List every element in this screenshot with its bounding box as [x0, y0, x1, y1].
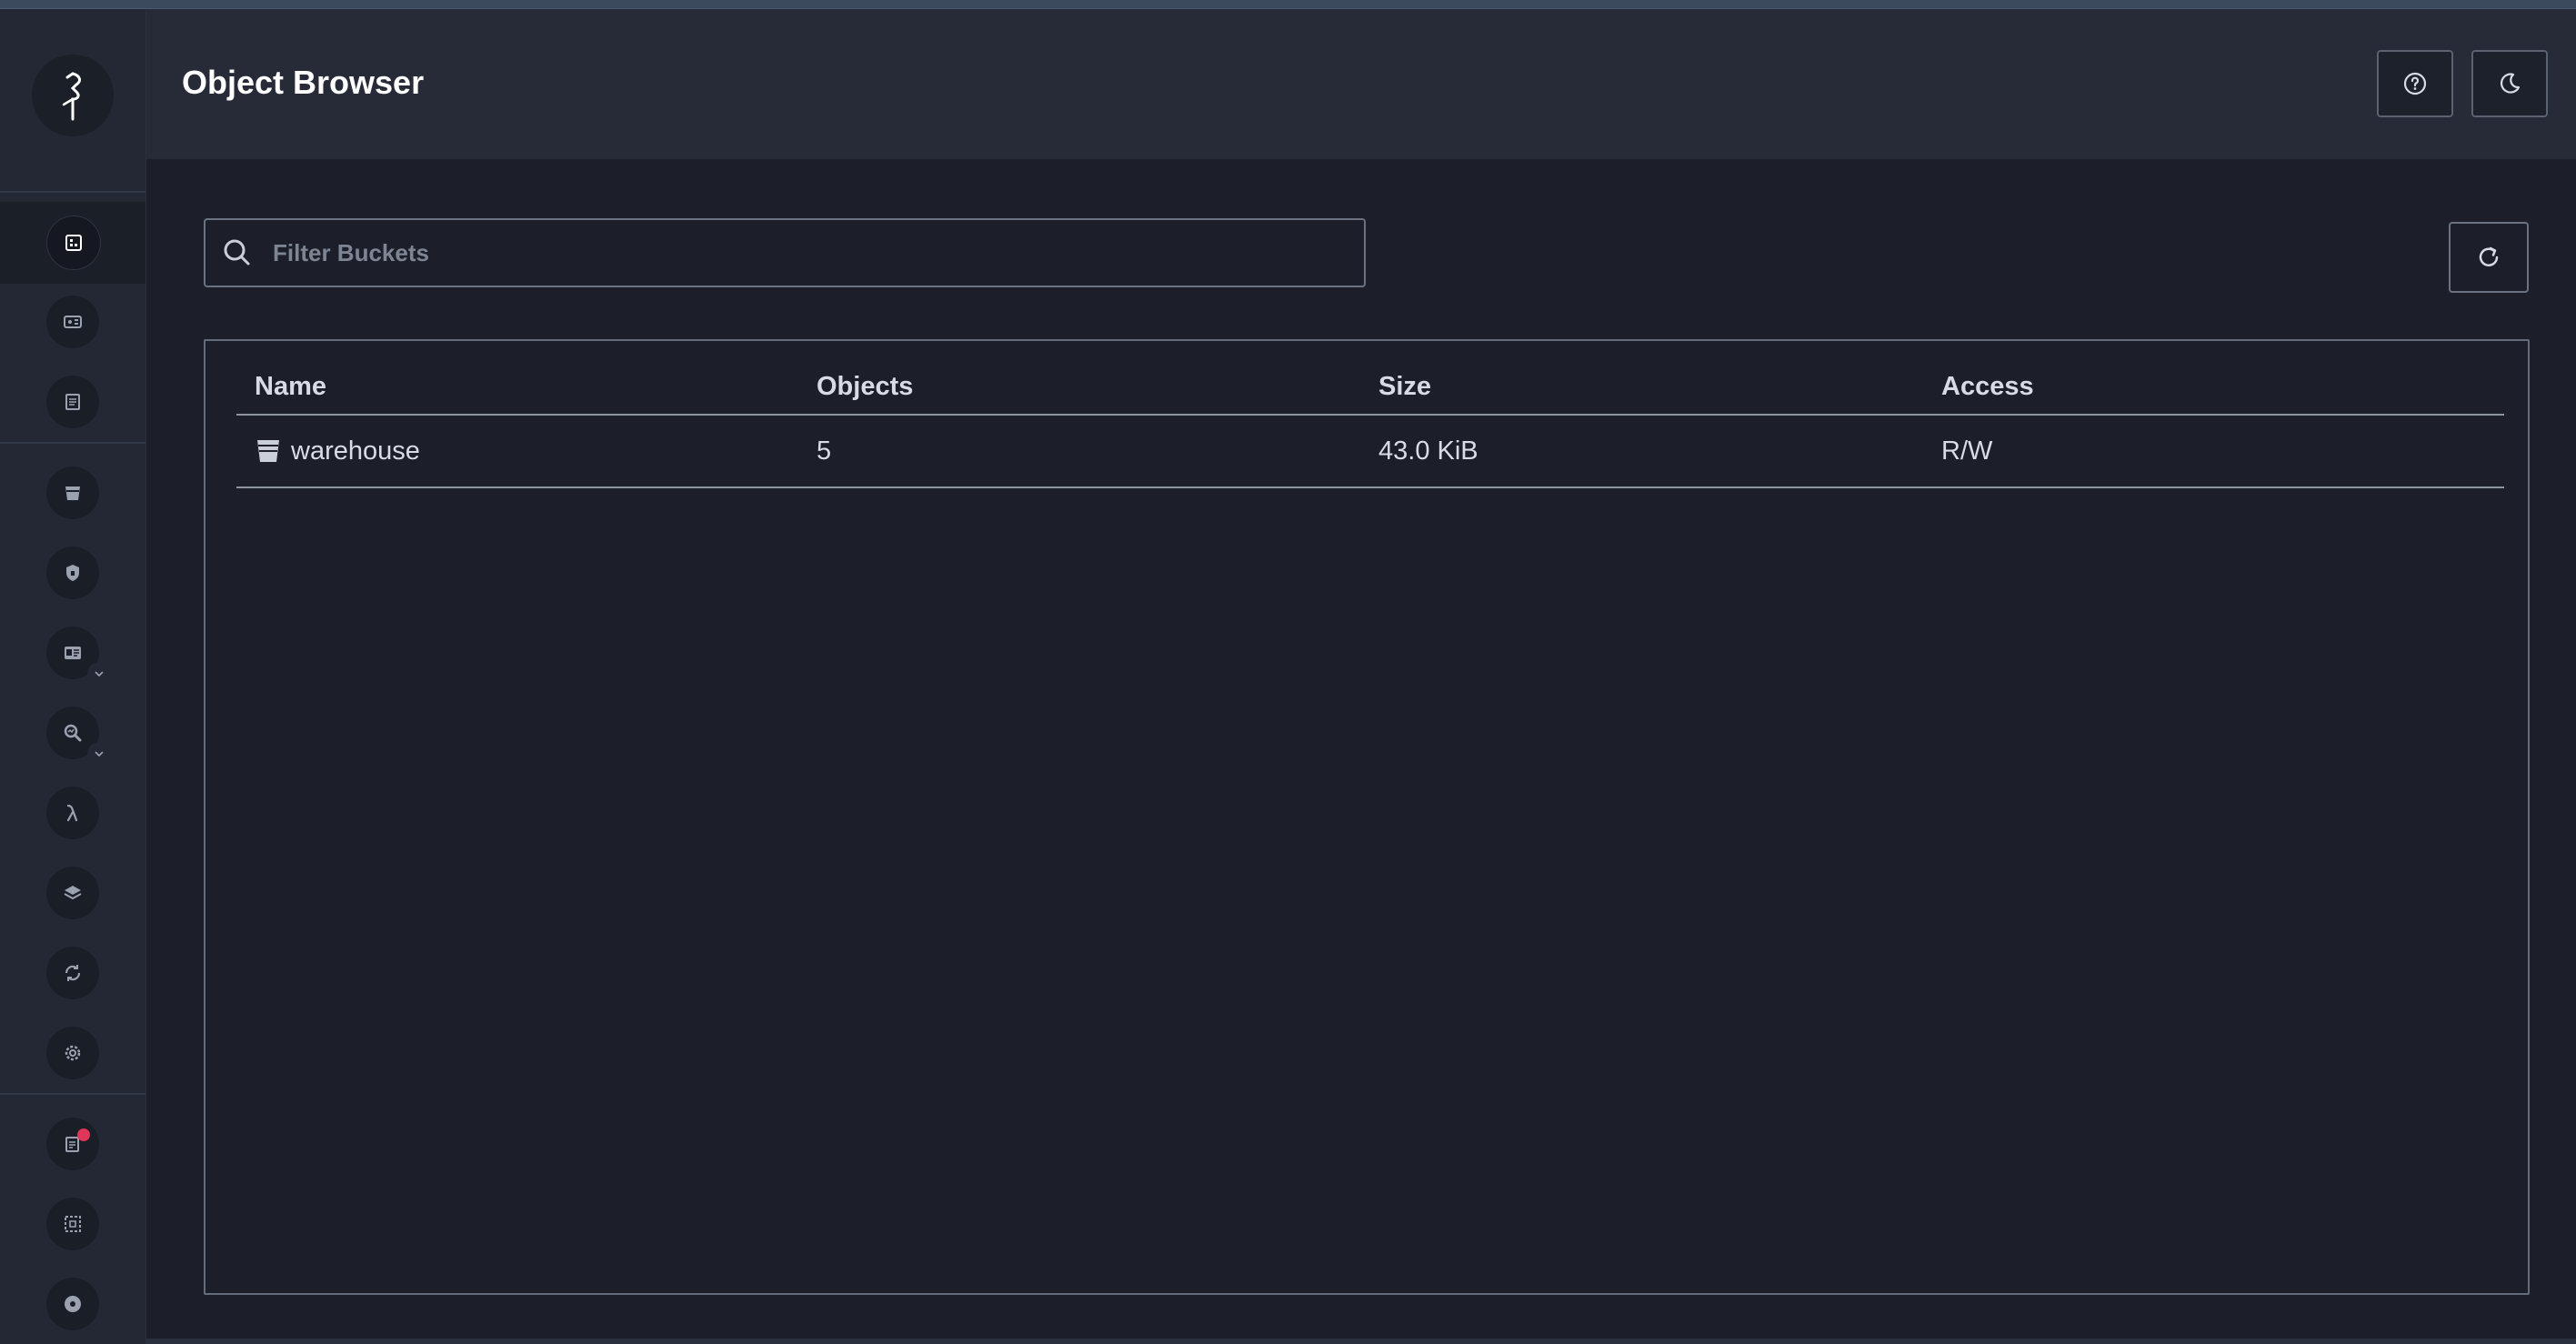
- footer-line: [146, 1339, 2576, 1344]
- chevron-down-icon: [95, 671, 104, 677]
- settings-gear-icon: [65, 1045, 81, 1061]
- bucket-name: warehouse: [291, 436, 420, 466]
- column-header-access[interactable]: Access: [1941, 359, 2034, 414]
- about-icon: [65, 1296, 81, 1312]
- sidebar-item-policies[interactable]: [46, 547, 99, 599]
- events-lambda-icon: [66, 804, 78, 822]
- sidebar-item-object-browser[interactable]: [46, 216, 101, 270]
- sidebar-item-settings[interactable]: [46, 1027, 99, 1079]
- object-browser-icon: [65, 235, 82, 251]
- sidebar-item-events[interactable]: [46, 787, 99, 839]
- sidebar-item-site-replication[interactable]: [46, 947, 99, 999]
- dark-mode-toggle-button[interactable]: [2471, 50, 2548, 117]
- refresh-buckets-button[interactable]: [2449, 222, 2529, 293]
- filter-buckets-input[interactable]: [271, 225, 1364, 281]
- bucket-access-cell: R/W: [1941, 436, 1993, 466]
- minio-logo[interactable]: [32, 55, 114, 136]
- identity-expand-chevron[interactable]: [87, 662, 111, 686]
- site-replication-icon: [65, 965, 81, 981]
- sidebar-item-documentation[interactable]: [46, 376, 99, 428]
- sidebar-item-buckets[interactable]: [46, 466, 99, 519]
- sidebar-divider: [0, 1093, 145, 1095]
- minio-bird-logo-icon: [62, 72, 81, 121]
- sidebar-item-access-keys[interactable]: [46, 296, 99, 348]
- sidebar-item-about[interactable]: [46, 1278, 99, 1330]
- tiering-layers-icon: [64, 886, 82, 900]
- help-circle-icon: [2403, 72, 2427, 95]
- sidebar: [0, 9, 146, 1344]
- moon-icon: [2500, 73, 2521, 94]
- sidebar-divider: [0, 191, 145, 193]
- window-top-bar: [0, 0, 2576, 9]
- page-header: [146, 9, 2576, 159]
- search-icon: [224, 239, 250, 266]
- column-header-objects[interactable]: Objects: [817, 359, 913, 414]
- access-keys-icon: [64, 316, 82, 328]
- documentation-icon: [65, 394, 80, 410]
- sidebar-item-license[interactable]: [46, 1198, 99, 1250]
- table-header-row: Name Objects Size Access: [236, 359, 2504, 416]
- bucket-icon: [257, 440, 279, 462]
- sidebar-item-notifications[interactable]: [46, 1118, 99, 1170]
- buckets-table: Name Objects Size Access warehouse 5 43.…: [204, 339, 2530, 1295]
- identity-icon: [65, 647, 81, 659]
- table-row[interactable]: warehouse 5 43.0 KiB R/W: [236, 416, 2504, 488]
- bucket-name-cell[interactable]: warehouse: [255, 416, 420, 486]
- filter-buckets-search[interactable]: [204, 218, 1366, 287]
- license-icon: [65, 1216, 81, 1232]
- bucket-size-cell: 43.0 KiB: [1378, 436, 1478, 466]
- buckets-icon: [65, 486, 80, 500]
- page-title: Object Browser: [182, 64, 425, 101]
- chevron-down-icon: [95, 751, 104, 757]
- column-header-name[interactable]: Name: [255, 359, 326, 414]
- notification-badge: [77, 1128, 90, 1141]
- monitoring-icon: [64, 724, 82, 742]
- sidebar-item-tiering[interactable]: [46, 867, 99, 919]
- help-button[interactable]: [2377, 50, 2453, 117]
- sidebar-divider: [0, 442, 145, 444]
- policies-icon: [66, 565, 79, 581]
- bucket-objects-cell: 5: [817, 436, 832, 466]
- refresh-icon: [2479, 246, 2499, 266]
- column-header-size[interactable]: Size: [1378, 359, 1431, 414]
- monitoring-expand-chevron[interactable]: [87, 742, 111, 766]
